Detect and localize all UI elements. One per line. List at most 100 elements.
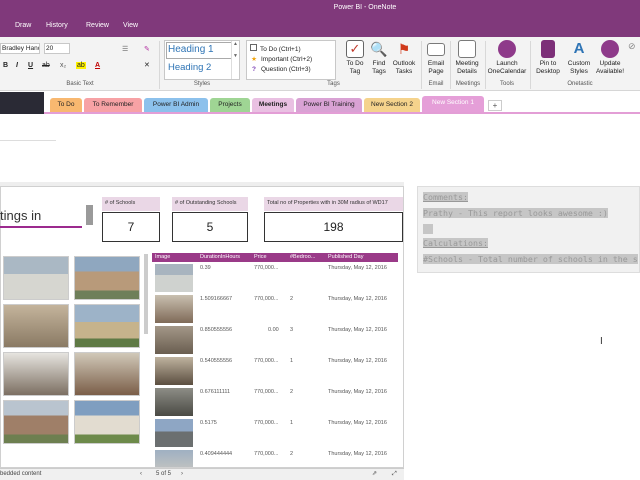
fullscreen-icon[interactable]: ⤢ <box>392 469 397 480</box>
bullet-list-icon[interactable]: ☰ <box>122 45 128 53</box>
highlight-icon[interactable]: ab <box>76 62 86 69</box>
group-label-basic-text: Basic Text <box>66 81 94 87</box>
style-heading-1[interactable]: Heading 1 <box>168 44 214 55</box>
group-label-tags: Tags <box>327 81 340 87</box>
font-size-box[interactable]: 20 <box>44 43 70 54</box>
onenote-window: Power BI - OneNote Draw History Review V… <box>0 0 640 480</box>
font-color-icon[interactable]: A <box>95 62 100 69</box>
custom-styles-icon: A <box>573 40 585 57</box>
table-row[interactable]: 0.5175 770,000... 1 Thursday, May 12, 20… <box>152 418 398 449</box>
table-row[interactable]: 0.540555556 770,000... 1 Thursday, May 1… <box>152 356 398 387</box>
prev-page-icon[interactable]: ‹ <box>140 469 142 480</box>
group-label-onetastic: Onetastic <box>567 81 593 87</box>
share-icon[interactable]: ⇗ <box>372 469 377 480</box>
group-label-meetings: Meetings <box>455 81 481 87</box>
underline-icon[interactable]: U <box>28 62 33 69</box>
column-header[interactable]: Image <box>155 253 170 262</box>
column-header[interactable]: #Bedroo... <box>290 253 315 262</box>
section-tab-new-section-1[interactable]: New Section 1 <box>422 96 484 112</box>
overflow-icon[interactable]: ⊘ <box>628 41 636 52</box>
strikethrough-icon[interactable]: ab <box>42 62 50 69</box>
table-row[interactable]: 0.676111111 770,000... 2 Thursday, May 1… <box>152 387 398 418</box>
comments-heading: Comments: <box>423 192 468 202</box>
embed-footer: bedded content ‹ 5 of 5 › ⇗ ⤢ <box>0 468 404 480</box>
outlook-tasks-button[interactable]: ⚑ Outlook Tasks <box>390 40 418 76</box>
tags-gallery[interactable]: To Do (Ctrl+1) ★ Important (Ctrl+2) ? Ques… <box>246 40 336 80</box>
property-photo[interactable] <box>3 304 69 348</box>
pin-icon <box>541 40 555 58</box>
property-photo[interactable] <box>74 256 140 300</box>
row-image <box>155 326 193 354</box>
find-tags-button[interactable]: 🔍 Find Tags <box>368 40 390 76</box>
section-tabs: To Do To Remember Power BI Admin Project… <box>44 92 640 114</box>
group-label-email: Email <box>428 81 444 87</box>
section-tab-new-section-2[interactable]: New Section 2 <box>364 98 420 112</box>
section-tab-projects[interactable]: Projects <box>210 98 250 112</box>
card-value-outstanding[interactable]: 5 <box>172 212 248 242</box>
next-page-icon[interactable]: › <box>181 469 183 480</box>
title-bar: Power BI - OneNote Draw History Review V… <box>0 0 640 37</box>
tab-draw[interactable]: Draw <box>15 22 31 29</box>
row-image <box>155 419 193 447</box>
tab-history[interactable]: History <box>46 22 68 29</box>
email-icon <box>427 43 445 56</box>
styles-scroll-icon[interactable]: ▲ ▼ <box>231 41 239 79</box>
section-tab-meetings[interactable]: Meetings <box>252 98 294 112</box>
launch-onecalendar-button[interactable]: Launch OneCalendar <box>485 40 529 76</box>
bold-icon[interactable]: B <box>3 62 8 69</box>
window-title: Power BI - OneNote <box>333 4 397 11</box>
property-photo[interactable] <box>3 352 69 396</box>
tag-item-question[interactable]: ? Question (Ctrl+3) <box>250 66 311 73</box>
style-heading-2[interactable]: Heading 2 <box>168 62 211 73</box>
slicer-grip[interactable] <box>86 205 93 225</box>
table-row[interactable]: 0.39 770,000... Thursday, May 12, 2016 <box>152 263 398 294</box>
font-name-box[interactable]: Bradley Hanc <box>0 43 40 54</box>
format-painter-icon[interactable]: ✎ <box>144 45 150 53</box>
column-header[interactable]: DurationInHours <box>200 253 240 262</box>
row-image <box>155 388 193 416</box>
notes-outline[interactable]: Comments: Prathy - This report looks awe… <box>417 186 640 273</box>
property-photo[interactable] <box>3 400 69 444</box>
pin-to-desktop-button[interactable]: Pin to Desktop <box>532 40 564 76</box>
tab-review[interactable]: Review <box>86 22 109 29</box>
column-header[interactable]: Price <box>254 253 267 262</box>
table-row[interactable]: 1.509166667 770,000... 2 Thursday, May 1… <box>152 294 398 325</box>
card-value-schools[interactable]: 7 <box>102 212 160 242</box>
photo-scrollbar[interactable] <box>144 254 148 334</box>
todo-tag-button[interactable]: ✓ To Do Tag <box>342 40 368 76</box>
card-value-properties[interactable]: 198 <box>264 212 403 242</box>
subscript-icon[interactable]: x₂ <box>60 62 66 69</box>
tag-item-todo[interactable]: To Do (Ctrl+1) <box>250 44 301 53</box>
calc-line: #Schools - Total number of schools in th… <box>423 254 638 264</box>
italic-icon[interactable]: I <box>16 62 18 69</box>
property-photo[interactable] <box>3 256 69 300</box>
calendar-icon <box>458 40 476 58</box>
section-tab-to-do[interactable]: To Do <box>50 98 82 112</box>
table-row[interactable]: 0.409444444 770,000... 2 Thursday, May 1… <box>152 449 398 467</box>
card-label-properties: Total no of Properties with in 30M radiu… <box>264 197 403 211</box>
custom-styles-button[interactable]: A Custom Styles <box>564 40 594 76</box>
tag-item-important[interactable]: ★ Important (Ctrl+2) <box>250 55 312 63</box>
table-row[interactable]: 0.850555556 0.00 3 Thursday, May 12, 201… <box>152 325 398 356</box>
column-header[interactable]: Published Day <box>328 253 363 262</box>
section-tab-power-bi-admin[interactable]: Power BI Admin <box>144 98 208 112</box>
onecalendar-icon <box>498 40 516 58</box>
email-page-button[interactable]: Email Page <box>424 40 448 76</box>
update-available-button[interactable]: Update Available! <box>594 40 626 76</box>
add-section-icon[interactable]: + <box>488 100 502 111</box>
row-image <box>155 295 193 323</box>
text-cursor-icon: I <box>600 336 603 347</box>
clear-formatting-icon[interactable]: ✕ <box>144 61 150 69</box>
meeting-details-button[interactable]: Meeting Details <box>452 40 482 76</box>
property-photo[interactable] <box>74 352 140 396</box>
styles-gallery[interactable]: Heading 1 Heading 2 ▲ ▼ <box>164 40 240 80</box>
magnifier-icon: 🔍 <box>370 41 388 57</box>
property-photo[interactable] <box>74 304 140 348</box>
section-tab-power-bi-training[interactable]: Power BI Training <box>296 98 362 112</box>
tab-view[interactable]: View <box>123 22 138 29</box>
section-tab-to-remember[interactable]: To Remember <box>84 98 142 112</box>
checkmark-icon: ✓ <box>346 40 364 58</box>
group-label-tools: Tools <box>499 81 514 87</box>
property-photo[interactable] <box>74 400 140 444</box>
table-header: Image DurationInHours Price #Bedroo... P… <box>152 253 398 262</box>
